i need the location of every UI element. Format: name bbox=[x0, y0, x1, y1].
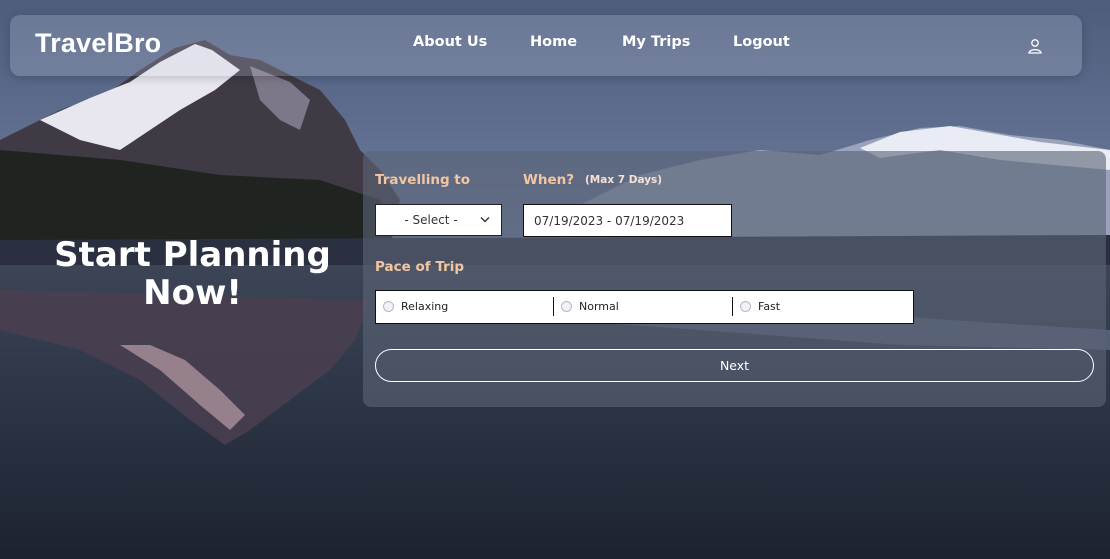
pace-option-fast[interactable]: Fast bbox=[733, 291, 913, 323]
nav-link-logout[interactable]: Logout bbox=[733, 34, 790, 50]
hero-heading: Start Planning Now! bbox=[40, 236, 345, 312]
pace-options-group: Relaxing Normal Fast bbox=[375, 290, 914, 324]
nav-link-home[interactable]: Home bbox=[530, 34, 577, 50]
brand-logo[interactable]: TravelBro bbox=[35, 28, 161, 59]
pace-option-label: Normal bbox=[579, 300, 619, 313]
pace-option-label: Fast bbox=[758, 300, 781, 313]
hero-line-1: Start Planning bbox=[54, 235, 331, 275]
when-sublabel: (Max 7 Days) bbox=[585, 174, 663, 186]
hero-line-2: Now! bbox=[143, 273, 242, 313]
next-button[interactable]: Next bbox=[375, 349, 1094, 382]
navbar: TravelBro About Us Home My Trips Logout bbox=[10, 15, 1082, 76]
next-button-label: Next bbox=[719, 358, 750, 373]
pace-option-relaxing[interactable]: Relaxing bbox=[376, 291, 553, 323]
destination-select-value: - Select - bbox=[404, 213, 458, 227]
when-label: When? bbox=[523, 172, 575, 188]
chevron-down-icon bbox=[480, 217, 490, 223]
date-range-input[interactable] bbox=[523, 204, 732, 237]
pace-option-normal[interactable]: Normal bbox=[554, 291, 732, 323]
destination-label: Travelling to bbox=[375, 172, 471, 188]
nav-link-about-us[interactable]: About Us bbox=[413, 34, 487, 50]
pace-option-label: Relaxing bbox=[401, 300, 449, 313]
radio-icon bbox=[740, 301, 751, 312]
destination-select[interactable]: - Select - bbox=[375, 204, 502, 236]
radio-icon bbox=[383, 301, 394, 312]
user-icon[interactable] bbox=[1027, 38, 1043, 54]
pace-label: Pace of Trip bbox=[375, 259, 465, 275]
trip-planner-panel: Travelling to - Select - When? (Max 7 Da… bbox=[363, 151, 1106, 407]
radio-icon bbox=[561, 301, 572, 312]
nav-link-my-trips[interactable]: My Trips bbox=[622, 34, 690, 50]
